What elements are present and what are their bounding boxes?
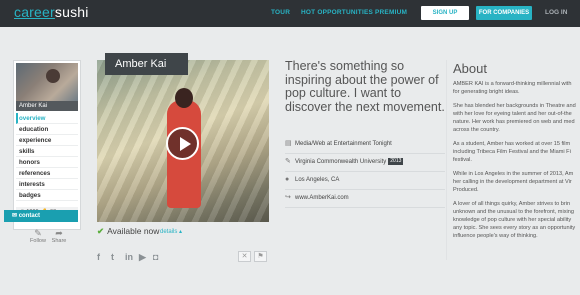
nav-premium[interactable]: PREMIUM bbox=[375, 9, 407, 16]
log-in-link[interactable]: LOG IN bbox=[545, 9, 567, 16]
logo-career-text: career bbox=[14, 4, 55, 20]
instagram-icon[interactable]: ◘ bbox=[153, 252, 158, 262]
about-paragraph: While in Los Angeles in the summer of 20… bbox=[453, 171, 574, 193]
envelope-icon: ✉ bbox=[12, 213, 18, 219]
info-row-education: ✎ Virginia Commonwealth University 2013 bbox=[285, 155, 445, 172]
info-row-employer: ▤ Media/Web at Entertainment Tonight bbox=[285, 137, 445, 154]
follow-label: Follow bbox=[30, 238, 46, 244]
sidebar-item-interests[interactable]: interests bbox=[16, 179, 78, 190]
sidebar-item-experience[interactable]: experience bbox=[16, 135, 78, 146]
avatar-face bbox=[46, 69, 60, 83]
for-companies-button[interactable]: FOR COMPANIES bbox=[476, 6, 532, 20]
info-row-website: ↪ www.AmberKai.com bbox=[285, 191, 445, 208]
sign-up-button[interactable]: SIGN UP bbox=[421, 6, 469, 20]
avatar bbox=[16, 63, 78, 101]
graduation-year-badge: 2013 bbox=[388, 157, 404, 165]
profile-section-menu: overview education experience skills hon… bbox=[16, 113, 78, 201]
available-label: Available now bbox=[107, 226, 160, 236]
linkedin-icon[interactable]: in bbox=[125, 252, 133, 262]
sidebar-item-overview[interactable]: overview bbox=[16, 113, 78, 124]
share-button[interactable]: ➦ Share bbox=[49, 228, 69, 244]
link-icon: ↪ bbox=[285, 194, 291, 201]
play-icon[interactable] bbox=[166, 127, 199, 160]
availability-status: ✔ Available now bbox=[97, 226, 159, 237]
close-icon[interactable]: ✕ bbox=[238, 251, 251, 262]
nav-hot-opportunities[interactable]: HOT OPPORTUNITIES bbox=[301, 9, 373, 16]
about-text: AMBER KAI is a forward-thinking millenni… bbox=[453, 80, 580, 246]
twitter-icon[interactable]: t bbox=[111, 252, 114, 262]
share-icon: ➦ bbox=[55, 228, 63, 238]
info-row-location: ● Los Angeles, CA bbox=[285, 173, 445, 190]
follow-button[interactable]: ✎ Follow bbox=[28, 228, 48, 244]
education-icon: ✎ bbox=[285, 158, 291, 165]
follow-icon: ✎ bbox=[34, 228, 42, 238]
checkmark-icon: ✔ bbox=[97, 226, 105, 236]
sidebar-item-badges[interactable]: badges bbox=[16, 190, 78, 201]
website-link[interactable]: www.AmberKai.com bbox=[295, 195, 349, 201]
contact-button[interactable]: ✉ contact bbox=[4, 210, 78, 222]
employer-text: Media/Web at Entertainment Tonight bbox=[295, 141, 392, 147]
location-icon: ● bbox=[285, 176, 290, 183]
location-text: Los Angeles, CA bbox=[295, 177, 340, 183]
briefcase-icon: ▤ bbox=[285, 140, 292, 147]
nav-tour[interactable]: TOUR bbox=[271, 9, 290, 16]
caret-up-icon: ▴ bbox=[179, 229, 183, 235]
top-navigation-bar: careersushi TOUR HOT OPPORTUNITIES PREMI… bbox=[0, 0, 580, 27]
details-link[interactable]: details ▴ bbox=[160, 228, 182, 235]
sidebar-item-skills[interactable]: skills bbox=[16, 146, 78, 157]
sidebar-item-education[interactable]: education bbox=[16, 124, 78, 135]
profile-name-tag: Amber Kai bbox=[105, 53, 188, 75]
share-label: Share bbox=[51, 238, 67, 244]
about-paragraph: AMBER KAI is a forward-thinking millenni… bbox=[453, 81, 572, 95]
video-person-head bbox=[175, 88, 193, 108]
column-divider bbox=[446, 60, 447, 260]
sidebar-item-honors[interactable]: honors bbox=[16, 157, 78, 168]
profile-headline: There's something so inspiring about the… bbox=[285, 59, 445, 114]
about-paragraph: A lover of all things quirky, Amber stri… bbox=[453, 201, 576, 239]
logo-sushi-text: sushi bbox=[54, 4, 89, 20]
about-paragraph: As a student, Amber has worked at over 1… bbox=[453, 141, 571, 163]
about-paragraph: She has blended her backgrounds in Theat… bbox=[453, 103, 576, 133]
profile-sidebar-card: Amber Kai overview education experience … bbox=[13, 60, 81, 230]
youtube-icon[interactable]: ▶ bbox=[139, 252, 146, 263]
contact-label: contact bbox=[18, 213, 41, 219]
avatar-name-label: Amber Kai bbox=[16, 101, 78, 111]
flag-icon[interactable]: ⚑ bbox=[254, 251, 267, 262]
education-text: Virginia Commonwealth University bbox=[295, 159, 387, 165]
sidebar-item-references[interactable]: references bbox=[16, 168, 78, 179]
details-label: details bbox=[160, 229, 178, 235]
about-heading: About bbox=[453, 61, 487, 76]
careersushi-logo[interactable]: careersushi bbox=[14, 4, 89, 20]
facebook-icon[interactable]: f bbox=[97, 252, 100, 262]
